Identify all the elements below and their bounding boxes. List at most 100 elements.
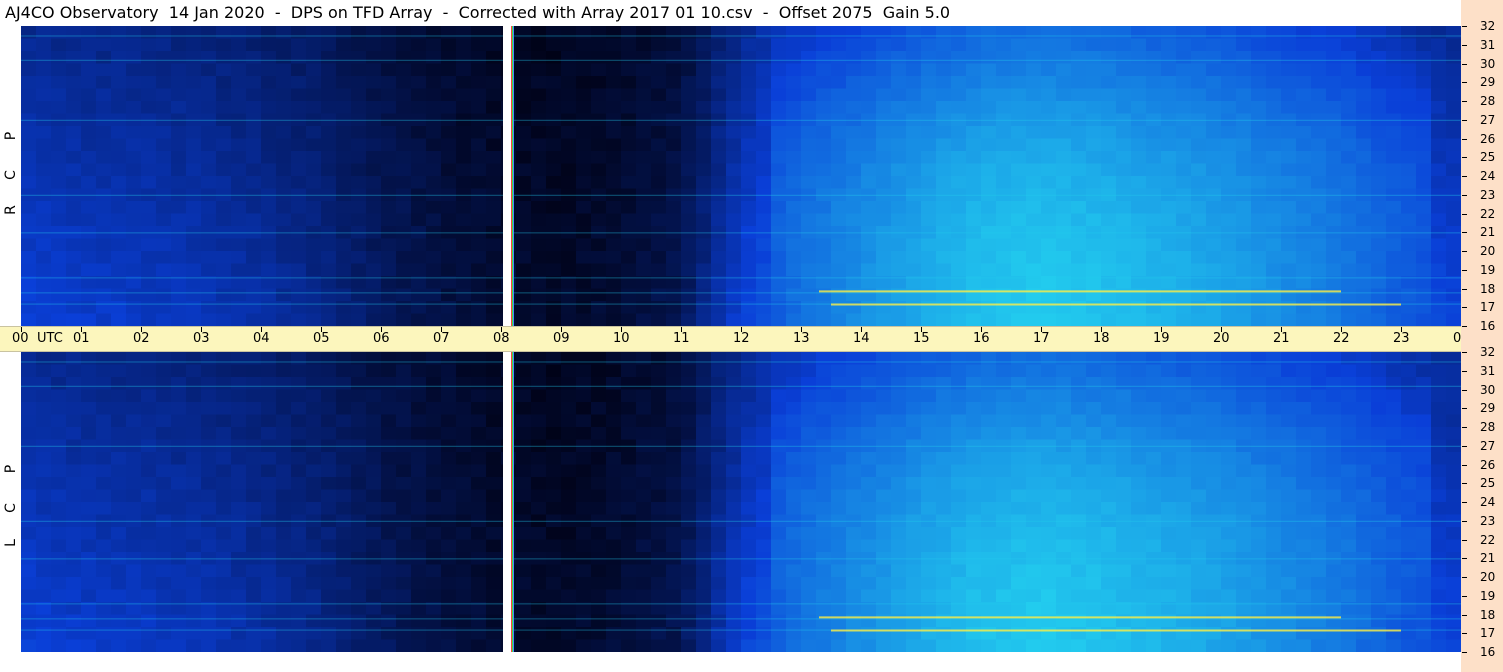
heatmap-cell — [111, 126, 127, 140]
heatmap-cell — [1071, 251, 1087, 265]
heatmap-cell — [1146, 502, 1162, 516]
heatmap-cell — [1266, 427, 1282, 441]
heatmap-cell — [396, 464, 412, 478]
heatmap-cell — [1296, 639, 1312, 652]
heatmap-cell — [276, 313, 292, 326]
heatmap-cell — [96, 151, 112, 165]
heatmap-cell — [426, 539, 442, 553]
heatmap-cell — [561, 377, 577, 391]
heatmap-cell — [801, 313, 817, 326]
heatmap-cell — [201, 26, 217, 40]
heatmap-cell — [1056, 639, 1072, 652]
heatmap-cell — [531, 539, 547, 553]
heatmap-cell — [516, 639, 532, 652]
heatmap-cell — [126, 364, 142, 378]
heatmap-cell — [741, 477, 757, 491]
heatmap-cell — [1236, 427, 1252, 441]
heatmap-cell — [1071, 63, 1087, 77]
heatmap-cell — [1266, 564, 1282, 578]
heatmap-cell — [1416, 377, 1432, 391]
heatmap-cell — [1131, 301, 1147, 315]
heatmap-cell — [876, 377, 892, 391]
freq-tick-label: 18 — [1480, 281, 1496, 296]
heatmap-cell — [36, 577, 52, 591]
heatmap-cell — [636, 313, 652, 326]
heatmap-cell — [411, 38, 427, 52]
heatmap-cell — [621, 564, 637, 578]
heatmap-cell — [936, 138, 952, 152]
heatmap-cell — [546, 614, 562, 628]
heatmap-cell — [426, 364, 442, 378]
heatmap-cell — [1221, 238, 1237, 252]
heatmap-cell — [846, 364, 862, 378]
heatmap-cell — [651, 614, 667, 628]
utc-tick-label: 23 — [1393, 331, 1410, 346]
heatmap-cell — [426, 402, 442, 416]
heatmap-cell — [1041, 452, 1057, 466]
heatmap-cell — [156, 477, 172, 491]
heatmap-cell — [1236, 489, 1252, 503]
heatmap-cell — [1281, 427, 1297, 441]
heatmap-cell — [816, 627, 832, 641]
heatmap-cell — [1221, 176, 1237, 190]
heatmap-cell — [1206, 76, 1222, 90]
heatmap-cell — [411, 452, 427, 466]
heatmap-cell — [246, 51, 262, 65]
heatmap-cell — [1191, 176, 1207, 190]
heatmap-cell — [516, 502, 532, 516]
heatmap-cell — [636, 251, 652, 265]
heatmap-cell — [621, 589, 637, 603]
heatmap-cell — [771, 88, 787, 102]
heatmap-cell — [426, 51, 442, 65]
heatmap-cell — [321, 502, 337, 516]
heatmap-cell — [1251, 489, 1267, 503]
heatmap-cell — [96, 614, 112, 628]
rfi-line — [21, 603, 1461, 605]
heatmap-cell — [771, 477, 787, 491]
heatmap-cell — [1251, 402, 1267, 416]
heatmap-cell — [456, 377, 472, 391]
heatmap-cell — [906, 352, 922, 366]
heatmap-cell — [1011, 489, 1027, 503]
heatmap-cell — [231, 163, 247, 177]
heatmap-cell — [1221, 126, 1237, 140]
heatmap-cell — [1011, 101, 1027, 115]
heatmap-cell — [1386, 427, 1402, 441]
heatmap-cell — [381, 38, 397, 52]
heatmap-cell — [696, 51, 712, 65]
heatmap-cell — [876, 138, 892, 152]
heatmap-cell — [246, 527, 262, 541]
heatmap-cell — [1446, 151, 1461, 165]
heatmap-cell — [1431, 201, 1447, 215]
heatmap-cell — [141, 452, 157, 466]
heatmap-cell — [546, 63, 562, 77]
heatmap-cell — [621, 477, 637, 491]
heatmap-cell — [36, 527, 52, 541]
heatmap-cell — [861, 527, 877, 541]
heatmap-cell — [291, 464, 307, 478]
heatmap-cell — [801, 639, 817, 652]
heatmap-cell — [591, 163, 607, 177]
heatmap-cell — [771, 539, 787, 553]
heatmap-cell — [291, 377, 307, 391]
heatmap-cell — [321, 377, 337, 391]
heatmap-cell — [981, 402, 997, 416]
heatmap-cell — [1386, 163, 1402, 177]
heatmap-cell — [1146, 452, 1162, 466]
heatmap-cell — [936, 251, 952, 265]
freq-tick-label: 24 — [1480, 495, 1496, 509]
heatmap-cell — [1026, 263, 1042, 277]
heatmap-cell — [561, 88, 577, 102]
heatmap-cell — [126, 402, 142, 416]
heatmap-cell — [1101, 364, 1117, 378]
heatmap-cell — [231, 564, 247, 578]
heatmap-cell — [666, 527, 682, 541]
heatmap-cell — [1071, 76, 1087, 90]
heatmap-cell — [936, 76, 952, 90]
heatmap-cell — [456, 138, 472, 152]
heatmap-cell — [486, 76, 502, 90]
heatmap-cell — [1386, 614, 1402, 628]
heatmap-cell — [636, 364, 652, 378]
heatmap-cell — [381, 589, 397, 603]
heatmap-cell — [576, 163, 592, 177]
